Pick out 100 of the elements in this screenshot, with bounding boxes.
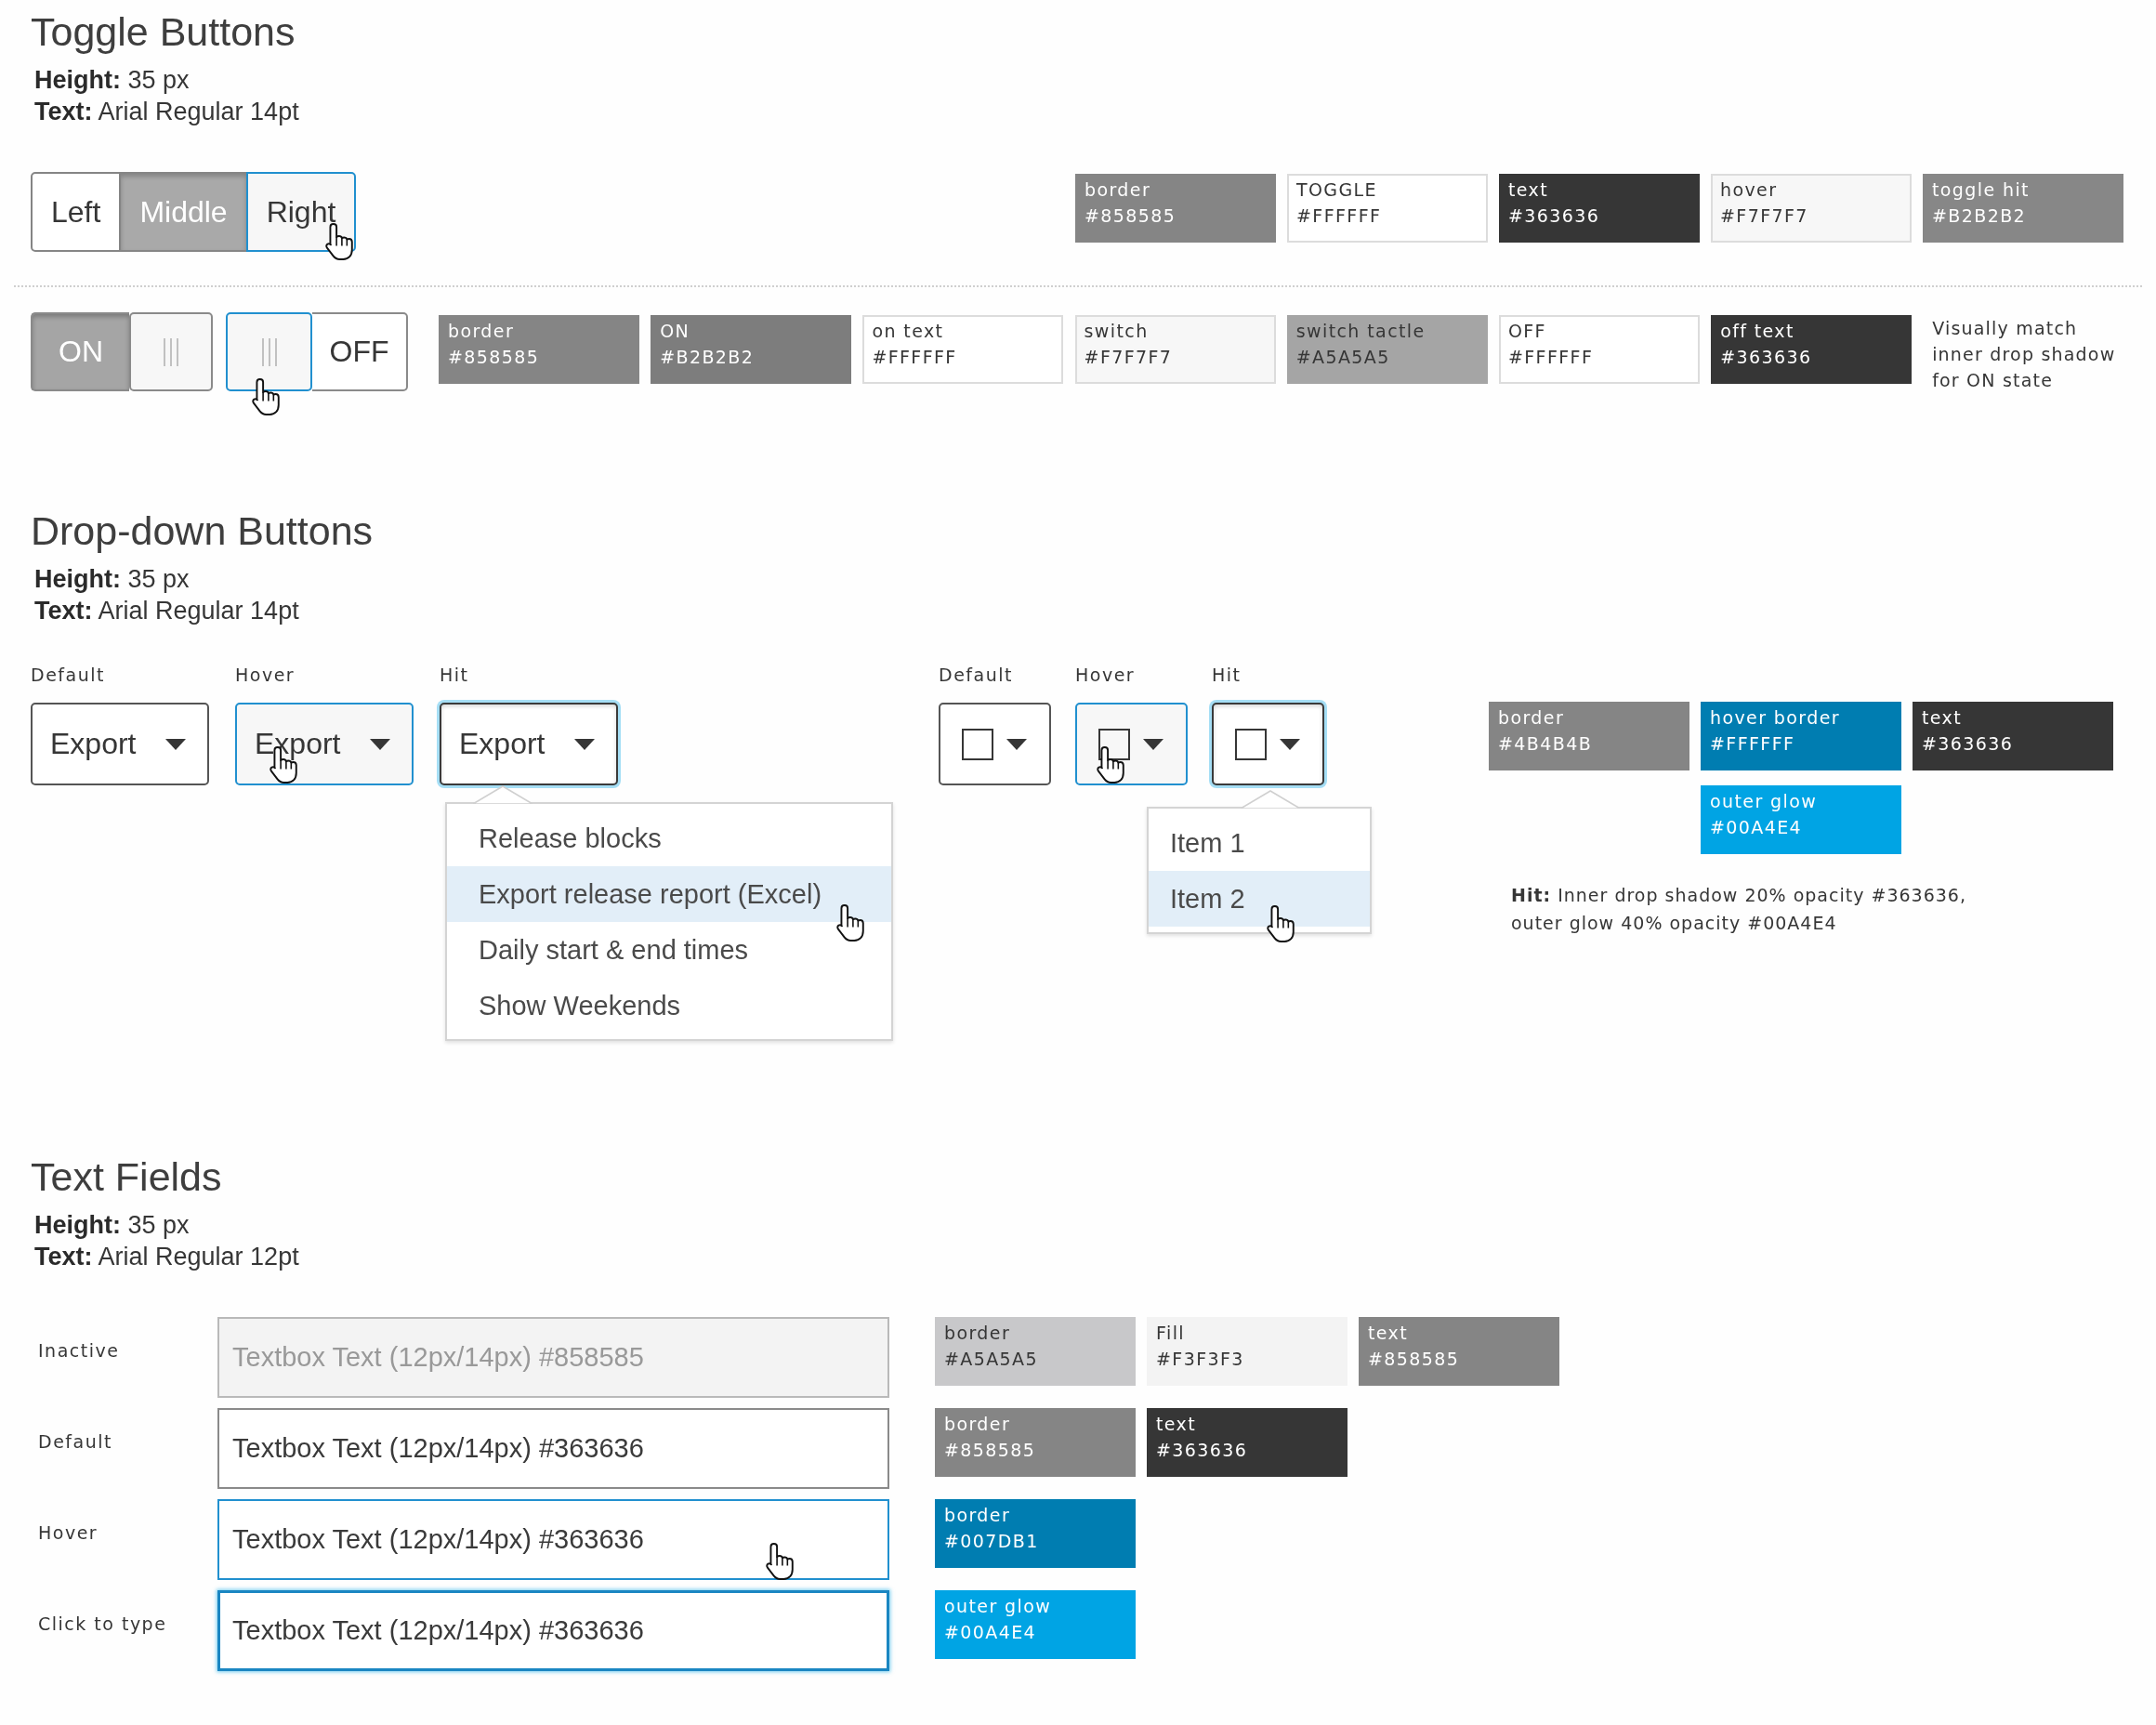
spec-text: Text: Arial Regular 14pt <box>34 596 299 626</box>
hand-cursor-icon <box>766 1543 794 1580</box>
hex-code: #858585 <box>1368 1348 1460 1371</box>
swatch-label: off text <box>1720 320 1794 343</box>
hex-code: #B2B2B2 <box>1932 204 2027 228</box>
toggle-segment[interactable]: Left <box>31 172 122 252</box>
swatch-label: switch tactle <box>1295 320 1426 343</box>
swatch-label: border <box>1085 178 1151 202</box>
square-icon <box>1235 728 1267 760</box>
hex-code: #FFFFFF <box>1296 204 1382 228</box>
menu-item[interactable]: Export release report (Excel) <box>447 866 891 922</box>
dropdown-button[interactable] <box>1075 703 1188 785</box>
swatch-label: TOGGLE <box>1296 178 1377 202</box>
spec-text: Height: 35 px <box>34 1210 190 1241</box>
hex-code: #F7F7F7 <box>1720 204 1808 228</box>
toggle-segment[interactable]: Right <box>245 172 357 252</box>
state-caption: Default <box>31 664 105 686</box>
menu-item[interactable]: Show Weekends <box>447 978 891 1034</box>
grip-lines-icon <box>261 337 277 366</box>
hex-code: #F7F7F7 <box>1084 346 1173 369</box>
field-label: Default <box>38 1430 112 1453</box>
hex-code: #00A4E4 <box>944 1621 1037 1644</box>
swatch-label: text <box>1922 706 1963 730</box>
note-text: Hit: Inner drop shadow 20% opacity #363636, outer glow 40% opacity #00A4E4 <box>1511 884 1967 935</box>
spec-text: Height: 35 px <box>34 65 190 96</box>
swatch-label: text <box>1508 178 1549 202</box>
caret-down-icon <box>1006 738 1027 750</box>
field-label: Inactive <box>38 1339 120 1362</box>
dropdown-button[interactable] <box>939 703 1051 785</box>
hex-code: #4B4B4B <box>1498 732 1593 756</box>
swatch-label: border <box>1498 706 1565 730</box>
swatch-label: text <box>1156 1413 1197 1436</box>
text-field[interactable]: Textbox Text (12px/14px) #363636 <box>217 1590 889 1671</box>
state-caption: Hover <box>1075 664 1136 686</box>
hex-code: #A5A5A5 <box>944 1348 1038 1371</box>
hex-code: #363636 <box>1508 204 1600 228</box>
square-icon <box>962 728 993 760</box>
menu-item[interactable]: Daily start & end times <box>447 922 891 978</box>
swatch-label: hover <box>1720 178 1778 202</box>
swatch-label: border <box>944 1413 1011 1436</box>
text-field[interactable]: Textbox Text (12px/14px) #363636 <box>217 1408 889 1489</box>
state-caption: Hover <box>235 664 296 686</box>
dropdown-button[interactable]: Export <box>235 703 414 785</box>
swatch-label: border <box>448 320 515 343</box>
caret-down-icon <box>574 738 595 750</box>
caret-down-icon <box>370 738 390 750</box>
note-text: Visually match inner drop shadow for ON state <box>1932 317 2117 392</box>
hand-cursor-icon <box>1097 746 1124 783</box>
hex-code: #FFFFFF <box>872 346 957 369</box>
hex-code: #858585 <box>1085 204 1177 228</box>
hand-cursor-icon <box>252 378 280 415</box>
swatch-label: outer glow <box>944 1595 1052 1618</box>
swatch-label: switch <box>1084 320 1149 343</box>
swatch-label: border <box>944 1504 1011 1527</box>
menu-item[interactable]: Item 2 <box>1149 871 1370 927</box>
hex-code: #FFFFFF <box>1507 346 1594 369</box>
caret-down-icon <box>165 738 186 750</box>
field-label: Hover <box>38 1521 99 1544</box>
spec-text: Text: Arial Regular 12pt <box>34 1242 299 1272</box>
swatch-label: outer glow <box>1710 790 1818 813</box>
switch-knob[interactable] <box>129 312 213 391</box>
swatch-label: toggle hit <box>1932 178 2030 202</box>
state-caption: Hit <box>440 664 469 686</box>
text-field[interactable]: Textbox Text (12px/14px) #363636 <box>217 1499 889 1580</box>
caret-down-icon <box>1143 738 1163 750</box>
swatch-label: ON <box>660 320 690 343</box>
dropdown-button[interactable]: Export <box>31 703 209 785</box>
hex-code: #363636 <box>1720 346 1812 369</box>
section-title: Drop-down Buttons <box>31 507 374 554</box>
swatch-label: border <box>944 1322 1011 1345</box>
swatch-label: hover border <box>1710 706 1840 730</box>
dropdown-button[interactable] <box>1212 703 1324 785</box>
hex-code: #858585 <box>448 346 540 369</box>
grip-lines-icon <box>164 337 178 366</box>
hex-code: #B2B2B2 <box>660 346 755 369</box>
menu-item[interactable]: Release blocks <box>447 810 891 866</box>
hex-code: #363636 <box>1922 732 2014 756</box>
square-icon <box>1098 728 1130 760</box>
swatch-label: text <box>1368 1322 1409 1345</box>
section-title: Text Fields <box>31 1153 222 1200</box>
swatch-label: OFF <box>1507 320 1546 343</box>
switch-knob[interactable] <box>226 312 312 391</box>
spec-text: Text: Arial Regular 14pt <box>34 97 299 127</box>
hex-code: #F3F3F3 <box>1156 1348 1244 1371</box>
hand-cursor-icon <box>836 904 864 942</box>
caret-down-icon <box>1280 738 1300 750</box>
hex-code: #A5A5A5 <box>1295 346 1390 369</box>
hex-code: #FFFFFF <box>1710 732 1795 756</box>
swatch-label: Fill <box>1156 1322 1185 1345</box>
spec-text: Height: 35 px <box>34 564 190 595</box>
hex-code: #858585 <box>944 1439 1036 1462</box>
section-title: Toggle Buttons <box>31 8 296 55</box>
hex-code: #363636 <box>1156 1439 1248 1462</box>
hex-code: #007DB1 <box>944 1530 1039 1553</box>
hex-code: #00A4E4 <box>1710 816 1803 839</box>
menu-item[interactable]: Item 1 <box>1149 815 1370 871</box>
state-caption: Hit <box>1212 664 1242 686</box>
swatch-label: on text <box>872 320 944 343</box>
field-label: Click to type <box>38 1613 167 1635</box>
state-caption: Default <box>939 664 1013 686</box>
